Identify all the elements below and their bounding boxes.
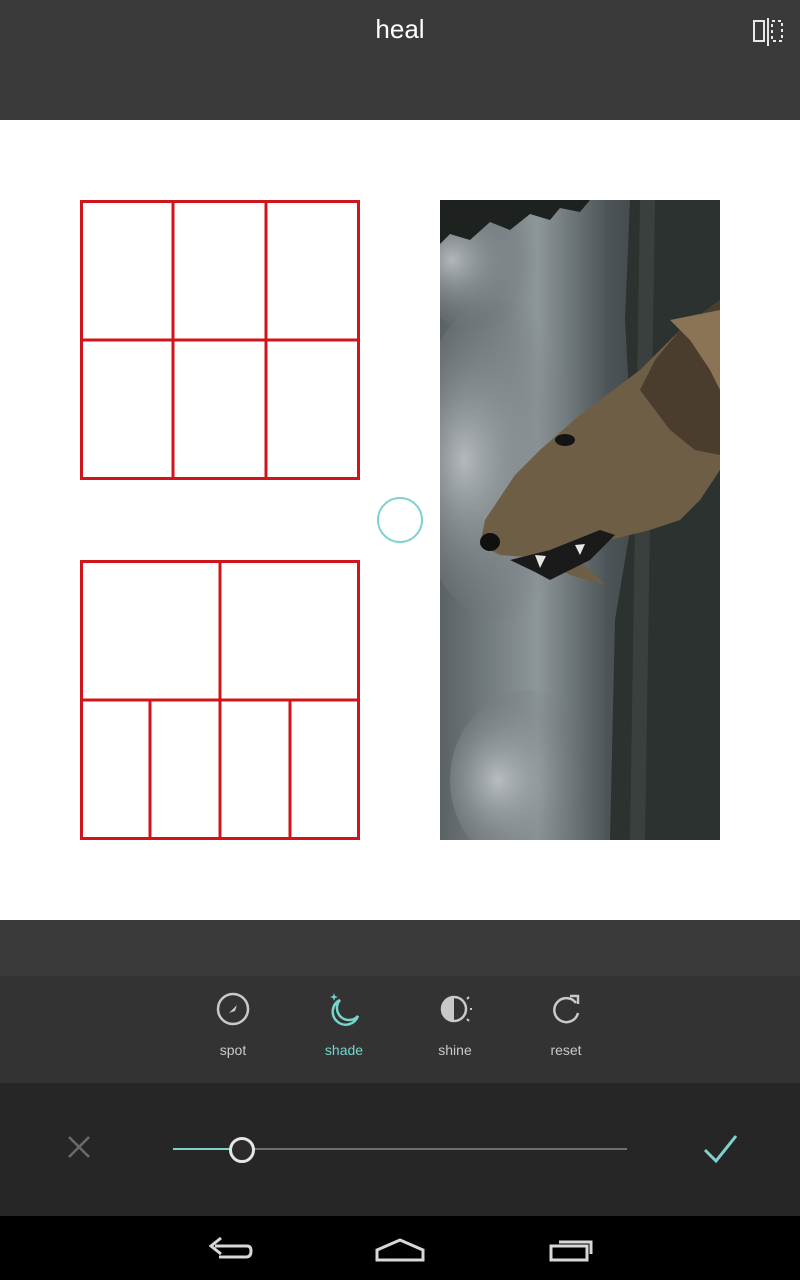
close-icon[interactable] [62,1130,96,1164]
page-title: heal [375,14,425,44]
compare-icon[interactable] [752,18,784,46]
brush-size-indicator[interactable] [377,497,423,543]
tool-shade-label: shade [324,1042,364,1058]
recents-icon[interactable] [547,1226,597,1270]
top-bar: heal [0,0,800,120]
slider-thumb[interactable] [229,1137,255,1163]
spot-icon [216,992,250,1026]
tool-spot[interactable]: spot [178,976,288,1083]
tool-shine[interactable]: shine [400,976,510,1083]
grid-six-mixed-panels [80,560,360,840]
divider-bar [0,920,800,976]
back-icon[interactable] [205,1226,255,1270]
tool-reset-label: reset [550,1042,582,1058]
dog-photo [440,200,720,840]
grid-six-panels [80,200,360,480]
shine-icon [440,995,472,1023]
tool-shine-label: shine [438,1042,472,1058]
strength-slider[interactable] [173,1137,627,1163]
system-nav-bar [0,1216,800,1280]
tool-spot-label: spot [219,1042,247,1058]
check-icon[interactable] [700,1128,740,1168]
tool-reset[interactable]: reset [511,976,621,1083]
tool-bar: spot shade shine reset [0,976,800,1083]
shade-icon [330,993,360,1026]
tool-shade[interactable]: shade [289,976,399,1083]
home-icon[interactable] [374,1226,426,1270]
reset-icon [553,994,580,1024]
